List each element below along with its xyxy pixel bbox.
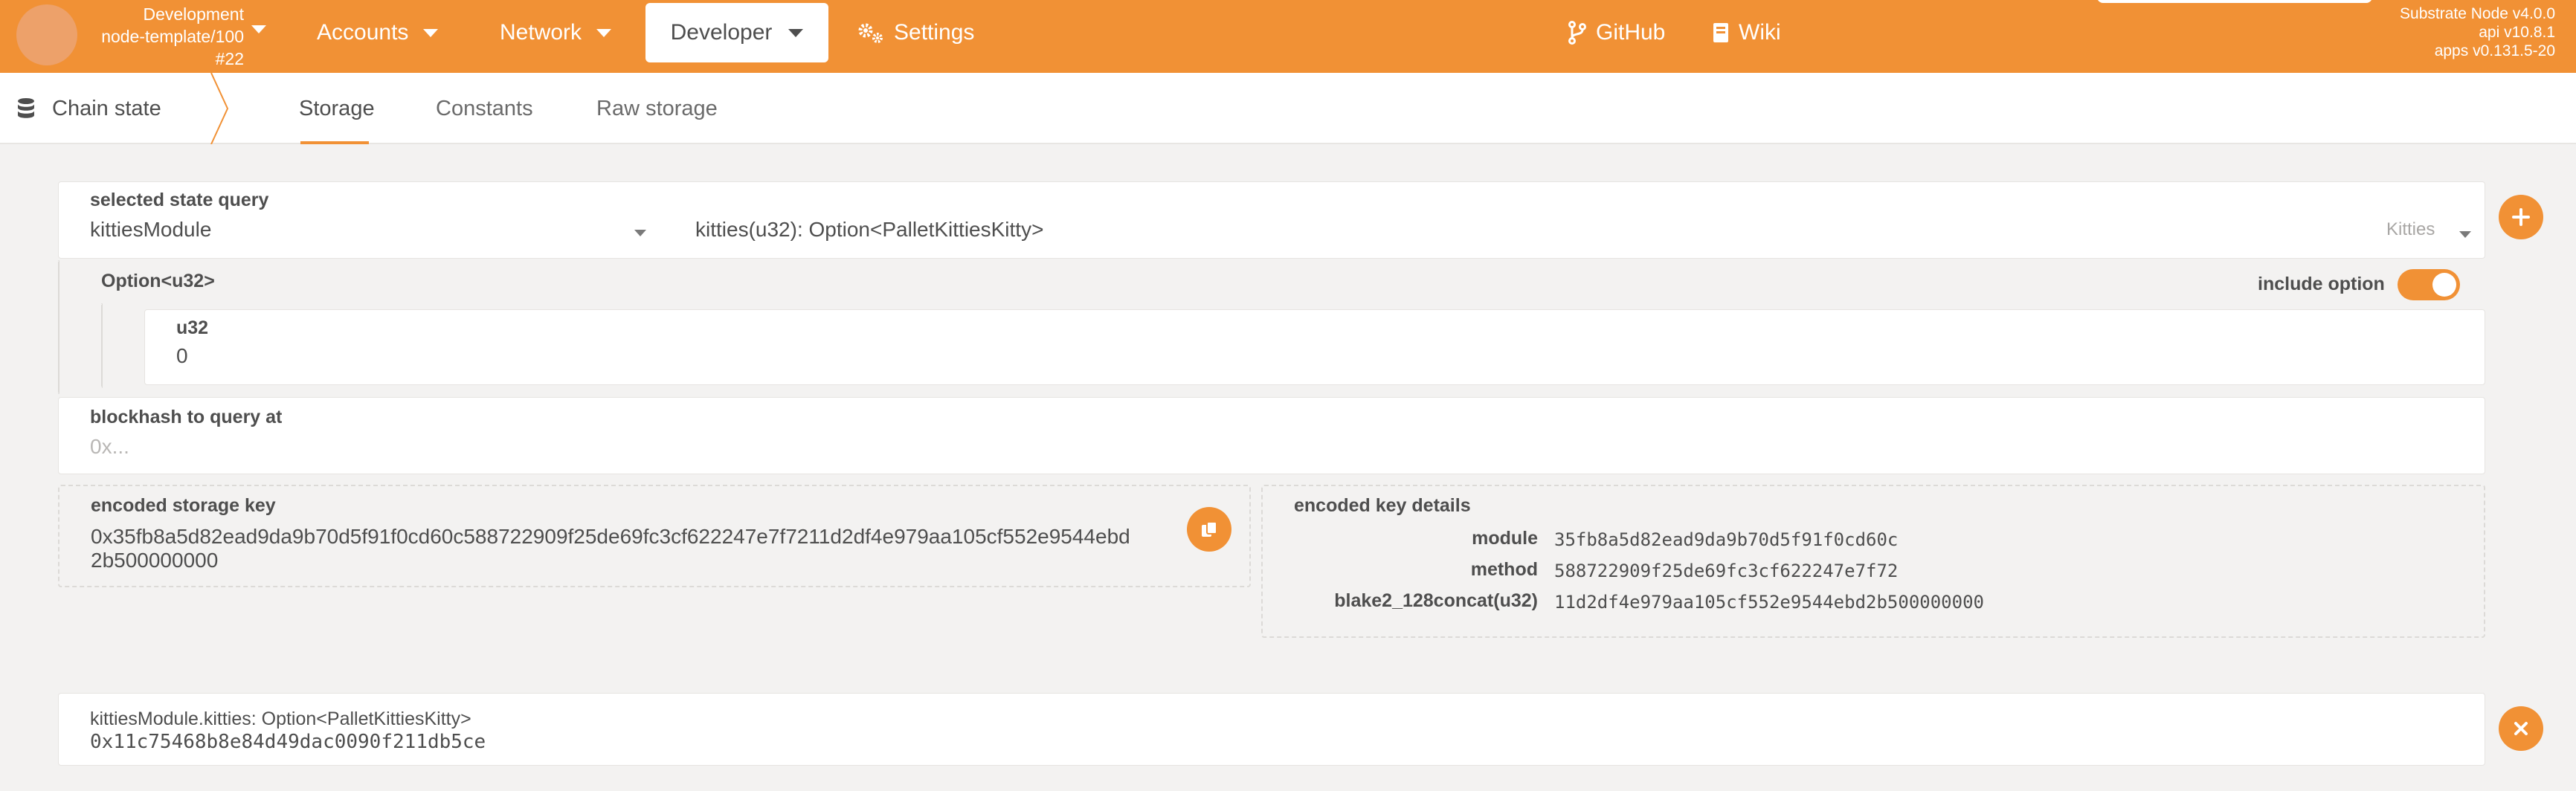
tab-constants-label: Constants — [436, 96, 533, 120]
method-dropdown[interactable]: kitties(u32): Option<PalletKittiesKitty> — [695, 218, 2465, 248]
detail-value-module: 35fb8a5d82ead9da9b70d5f91f0cd60c — [1554, 529, 1899, 550]
nav-developer[interactable]: Developer — [645, 3, 828, 62]
nav-settings[interactable]: Settings — [857, 0, 974, 65]
page-section-title: Chain state — [16, 73, 161, 144]
node-version-info: Substrate Node v4.0.0 api v10.8.1 apps v… — [2400, 4, 2555, 60]
notification-tab — [2097, 0, 2372, 3]
nav-developer-label: Developer — [670, 20, 773, 45]
nav-network[interactable]: Network — [500, 0, 612, 65]
add-query-button[interactable] — [2499, 195, 2543, 239]
tab-storage-label: Storage — [299, 96, 375, 120]
method-doc-hint: Kitties — [2386, 219, 2435, 239]
blockhash-input[interactable]: 0x... — [90, 435, 2455, 459]
u32-param-label: u32 — [176, 317, 209, 338]
detail-value-method: 588722909f25de69fc3cf622247e7f72 — [1554, 561, 1899, 581]
copy-icon — [1202, 521, 1217, 537]
tab-raw-storage-label: Raw storage — [596, 96, 718, 120]
u32-input[interactable]: 0 — [176, 344, 2467, 368]
chain-logo[interactable] — [16, 4, 77, 65]
nav-wiki-label: Wiki — [1739, 20, 1781, 45]
chevron-down-icon[interactable] — [2459, 231, 2471, 238]
nav-accounts[interactable]: Accounts — [317, 0, 439, 65]
plus-icon — [2512, 208, 2530, 226]
tab-constants[interactable]: Constants — [436, 73, 533, 144]
chain-block: #22 — [215, 49, 244, 68]
chevron-down-icon — [788, 28, 804, 37]
encoded-storage-key-label: encoded storage key — [91, 495, 276, 516]
encoded-key-details-card: encoded key details module 35fb8a5d82ead… — [1261, 485, 2485, 638]
chain-selector[interactable]: Development node-template/100 #22 — [83, 3, 244, 70]
tab-storage[interactable]: Storage — [299, 73, 375, 144]
detail-key-hasher: blake2_128concat(u32) — [1334, 590, 1538, 611]
option-type-label: Option<u32> — [101, 271, 215, 291]
apps-version: apps v0.131.5-20 — [2434, 42, 2555, 59]
code-branch-icon — [1568, 21, 1587, 45]
query-result-value: 0x11c75468b8e84d49dac0090f211db5ce — [90, 731, 486, 753]
tab-raw-storage[interactable]: Raw storage — [596, 73, 718, 144]
close-icon — [2514, 722, 2528, 735]
nav-wiki[interactable]: Wiki — [1712, 0, 1781, 65]
chain-name: Development — [143, 4, 244, 24]
encoded-storage-key-value: 0x35fb8a5d82ead9da9b70d5f91f0cd60c588722… — [91, 525, 1251, 572]
api-version: api v10.8.1 — [2479, 24, 2555, 41]
active-tab-indicator — [300, 141, 369, 144]
chevron-down-icon[interactable] — [634, 230, 646, 236]
nav-github-label: GitHub — [1596, 20, 1666, 45]
sub-navigation: Chain state Storage Constants Raw storag… — [0, 73, 2576, 144]
remove-result-button[interactable] — [2499, 706, 2543, 751]
include-option-toggle[interactable] — [2398, 269, 2460, 300]
book-icon — [1712, 22, 1730, 44]
page-section-label: Chain state — [52, 96, 161, 120]
chain-dropdown-icon[interactable] — [251, 25, 266, 33]
blockhash-placeholder: 0x... — [90, 435, 129, 458]
encoded-key-line-1: 0x35fb8a5d82ead9da9b70d5f91f0cd60c588722… — [91, 525, 1130, 548]
encoded-key-line-2: 2b500000000 — [91, 549, 219, 572]
node-name: Substrate Node v4.0.0 — [2400, 5, 2555, 22]
detail-key-method: method — [1470, 559, 1538, 580]
chevron-down-icon — [596, 28, 612, 37]
nav-github[interactable]: GitHub — [1568, 0, 1665, 65]
u32-input-card: u32 0 — [144, 309, 2485, 385]
encoded-key-details-label: encoded key details — [1294, 495, 1471, 516]
toggle-knob — [2432, 273, 2456, 297]
encoded-storage-key-card: encoded storage key 0x35fb8a5d82ead9da9b… — [58, 485, 1251, 587]
state-query-label: selected state query — [90, 190, 269, 210]
u32-input-value: 0 — [176, 344, 188, 367]
nav-settings-label: Settings — [894, 20, 975, 45]
copy-button[interactable] — [1187, 507, 1231, 552]
blockhash-label: blockhash to query at — [90, 407, 283, 427]
blockhash-card: blockhash to query at 0x... — [58, 397, 2485, 474]
breadcrumb-chevron-icon — [210, 73, 229, 144]
query-result-label: kittiesModule.kitties: Option<PalletKitt… — [90, 708, 471, 729]
chevron-down-icon — [423, 28, 439, 37]
cogs-icon — [857, 22, 885, 44]
include-option-label: include option — [2258, 274, 2385, 294]
module-dropdown[interactable]: kittiesModule — [90, 218, 655, 248]
param-dashed-border — [101, 303, 103, 388]
state-query-selector: selected state query kittiesModule kitti… — [58, 181, 2485, 259]
method-dropdown-value: kitties(u32): Option<PalletKittiesKitty> — [695, 218, 1044, 241]
nav-accounts-label: Accounts — [317, 20, 409, 45]
database-icon — [16, 97, 36, 120]
detail-key-module: module — [1472, 528, 1538, 549]
nav-network-label: Network — [500, 20, 582, 45]
option-dashed-border — [58, 260, 59, 394]
query-result-card: kittiesModule.kitties: Option<PalletKitt… — [58, 693, 2485, 766]
detail-value-hasher: 11d2df4e979aa105cf552e9544ebd2b500000000 — [1554, 592, 1984, 613]
chain-spec: node-template/100 — [101, 27, 244, 46]
module-dropdown-value: kittiesModule — [90, 218, 212, 241]
top-bar: Development node-template/100 #22 Accoun… — [0, 0, 2576, 73]
